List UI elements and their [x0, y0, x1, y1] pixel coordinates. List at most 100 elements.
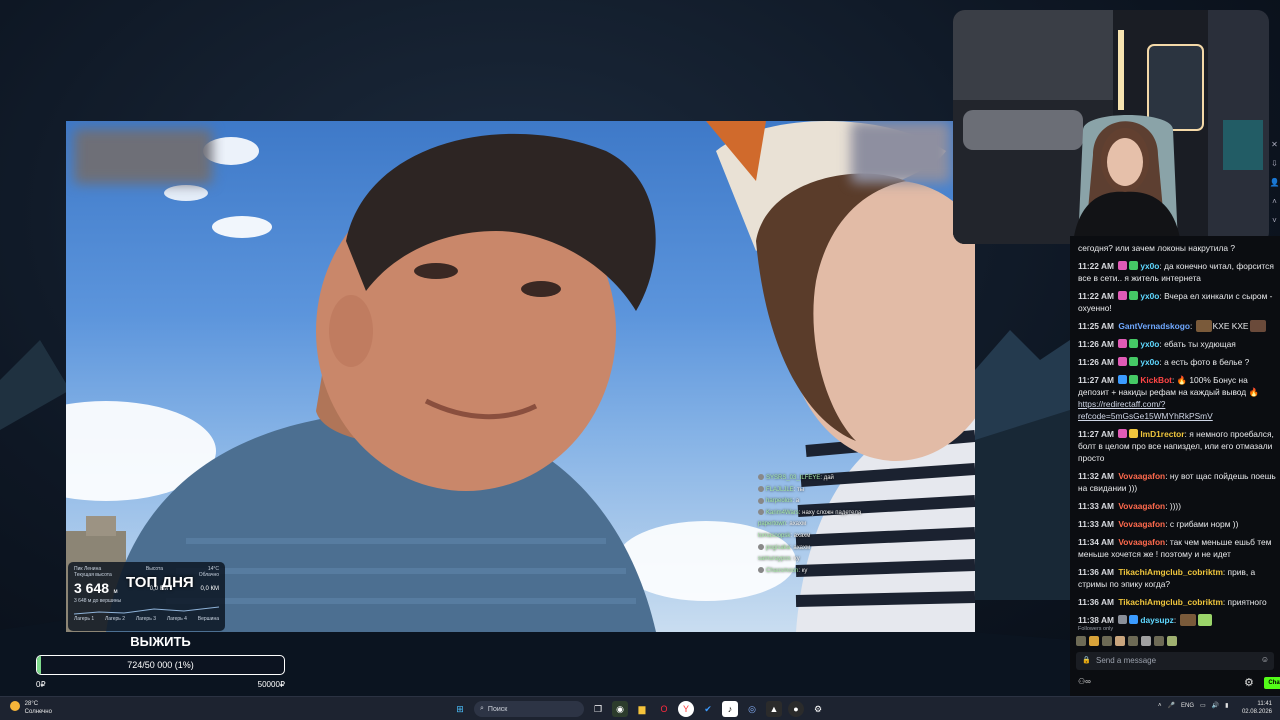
- chevron-up-icon[interactable]: ˄: [1269, 197, 1280, 206]
- chat-message-time: 11:27 AM: [1078, 429, 1114, 439]
- goal-progress-text: 724/50 000 (1%): [127, 660, 194, 670]
- emoji-icon[interactable]: ☺: [1261, 655, 1269, 664]
- chat-message: 11:38 AM daysupz:: [1078, 614, 1276, 626]
- chat-message-text: ебать ты худющая: [1164, 339, 1236, 349]
- emote-icon[interactable]: [1141, 636, 1151, 646]
- badge-icon: [1118, 261, 1128, 270]
- emote-icon[interactable]: [1076, 636, 1086, 646]
- users-icon[interactable]: ⚇∞: [1078, 677, 1091, 686]
- badge-icon: [1129, 291, 1139, 300]
- camp-label: Лагерь 4: [166, 616, 187, 622]
- close-icon[interactable]: ✕: [1269, 140, 1280, 149]
- windows-start-icon[interactable]: ⊞: [452, 701, 468, 717]
- chat-message-time: 11:22 AM: [1078, 261, 1114, 271]
- obs-icon[interactable]: ●: [788, 701, 804, 717]
- camp-label: Вершина: [197, 616, 219, 622]
- chat-username[interactable]: TikachiAmgclub_cobriktm: [1118, 597, 1223, 607]
- chat-message-text: приятного: [1227, 597, 1267, 607]
- chat-username[interactable]: daysupz: [1140, 615, 1174, 625]
- chat-username[interactable]: Vovaagafon: [1118, 501, 1165, 511]
- emote-bar[interactable]: [1076, 636, 1276, 649]
- chat-username[interactable]: GantVernadskogo: [1118, 321, 1190, 331]
- chat-message-time: 11:22 AM: [1078, 291, 1114, 301]
- chat-message: 11:27 AM KickBot: 🔥 100% Бонус на депози…: [1078, 375, 1259, 421]
- chat-panel: сегодня? или зачем локоны накрутила ? 11:…: [1070, 236, 1280, 696]
- streaming-app-icon[interactable]: ▲: [766, 701, 782, 717]
- todo-icon[interactable]: ✔: [700, 701, 716, 717]
- weather-widget[interactable]: 28°C Солнечно: [10, 700, 52, 716]
- chevron-up-icon[interactable]: ˄: [1158, 703, 1162, 709]
- chat-message-time: 11:27 AM: [1078, 375, 1114, 385]
- chrome-icon[interactable]: ◉: [612, 701, 628, 717]
- chat-username[interactable]: yx0o: [1140, 357, 1159, 367]
- task-view-icon[interactable]: ❐: [590, 701, 606, 717]
- side-icons: ✕ ⇩ 👤 ˄ ˅: [1269, 140, 1280, 235]
- battery-icon[interactable]: ▮: [1225, 702, 1228, 709]
- chat-message: 11:26 AM yx0o: а есть фото в белье ?: [1078, 357, 1250, 367]
- badge-icon: [1118, 339, 1128, 348]
- chat-message-time: 11:32 AM: [1078, 471, 1114, 481]
- gear-icon[interactable]: ⚙: [1244, 676, 1254, 689]
- emote-icon[interactable]: [1089, 636, 1099, 646]
- chat-username[interactable]: yx0o: [1140, 291, 1159, 301]
- chat-username[interactable]: KickBot: [1140, 375, 1172, 385]
- followers-only-label: Followers only: [1078, 626, 1114, 632]
- chat-username[interactable]: Vovaagafon: [1118, 519, 1165, 529]
- altitude-value: 3 648: [74, 580, 110, 596]
- emote-icon: [1249, 320, 1266, 332]
- taskbar-search[interactable]: ⌕ Поиск: [474, 701, 584, 717]
- badge-icon: [1118, 291, 1128, 300]
- tiktok-icon[interactable]: ♪: [722, 701, 738, 717]
- monitor-icon[interactable]: ▭: [1200, 702, 1206, 709]
- chat-message-link[interactable]: https://redirectaff.com/?refcode=5mGsGe1…: [1078, 399, 1213, 421]
- camp-label: Лагерь 2: [104, 616, 126, 622]
- chat-message: 11:32 AM Vovaagafon: ну вот щас пойдешь …: [1078, 471, 1276, 493]
- clock-date: 02.08.2026: [1241, 709, 1272, 715]
- chat-username[interactable]: Vovaagafon: [1118, 537, 1165, 547]
- chat-username[interactable]: yx0o: [1140, 339, 1159, 349]
- chat-message: 11:22 AM yx0o: да конечно читал, форситс…: [1078, 261, 1274, 283]
- chat-username[interactable]: TikachiAmgclub_cobriktm: [1118, 567, 1223, 577]
- chat-message-text: )))): [1169, 501, 1181, 511]
- emote-icon: [1179, 614, 1196, 626]
- route-graph: [74, 606, 219, 615]
- chat-message-time: 11:33 AM: [1078, 501, 1114, 511]
- emote-icon[interactable]: [1102, 636, 1112, 646]
- webcam-feed: [953, 10, 1269, 244]
- chat-message-time: 11:26 AM: [1078, 357, 1114, 367]
- taskbar-clock[interactable]: 11:41 02.08.2026: [1238, 700, 1272, 716]
- yandex-browser-icon[interactable]: Y: [678, 701, 694, 717]
- chat-message-time: 11:26 AM: [1078, 339, 1114, 349]
- chat-message: 11:22 AM yx0o: Вчера ел хинкали с сыром …: [1078, 291, 1273, 313]
- chat-username[interactable]: Vovaagafon: [1118, 471, 1165, 481]
- microphone-icon[interactable]: 🎤: [1168, 702, 1175, 709]
- language-indicator[interactable]: ENG: [1181, 703, 1194, 709]
- stream-video[interactable]: SYSRS_03_ILFEYE: дай FLAJLJLE: ты harpeo…: [66, 121, 975, 632]
- distance-2: 0,0 КМ: [200, 586, 219, 592]
- altitude-subtext: 3 648 м до вершины: [74, 598, 122, 604]
- badge-icon: [1129, 261, 1139, 270]
- video-chat-line: samuraypos: ку: [758, 556, 800, 563]
- emote-icon[interactable]: [1167, 636, 1177, 646]
- chevron-down-icon[interactable]: ˅: [1269, 216, 1280, 225]
- chat-username[interactable]: yx0o: [1140, 261, 1159, 271]
- settings-app-icon[interactable]: ⚙: [810, 701, 826, 717]
- file-explorer-icon[interactable]: ▆: [634, 701, 650, 717]
- chat-message-time: 11:34 AM: [1078, 537, 1114, 547]
- discord-icon[interactable]: ◎: [744, 701, 760, 717]
- blurred-watermark-left: [74, 129, 212, 184]
- download-icon[interactable]: ⇩: [1269, 159, 1280, 168]
- chat-message-text: а есть фото в белье ?: [1164, 357, 1250, 367]
- chat-send-button[interactable]: Chat: [1264, 677, 1280, 689]
- chat-message-text: с грибами норм )): [1169, 519, 1239, 529]
- user-icon[interactable]: 👤: [1269, 178, 1280, 187]
- volume-icon[interactable]: 🔊: [1212, 702, 1219, 709]
- chat-input[interactable]: 🔒 Send a message ☺: [1076, 652, 1274, 670]
- emote-icon[interactable]: [1115, 636, 1125, 646]
- chat-username[interactable]: ImD1rector: [1140, 429, 1184, 439]
- opera-icon[interactable]: O: [656, 701, 672, 717]
- emote-icon[interactable]: [1154, 636, 1164, 646]
- chat-bottom-bar: ⚇∞ ⚙ Chat: [1076, 676, 1280, 690]
- chat-message-time: 11:33 AM: [1078, 519, 1114, 529]
- emote-icon[interactable]: [1128, 636, 1138, 646]
